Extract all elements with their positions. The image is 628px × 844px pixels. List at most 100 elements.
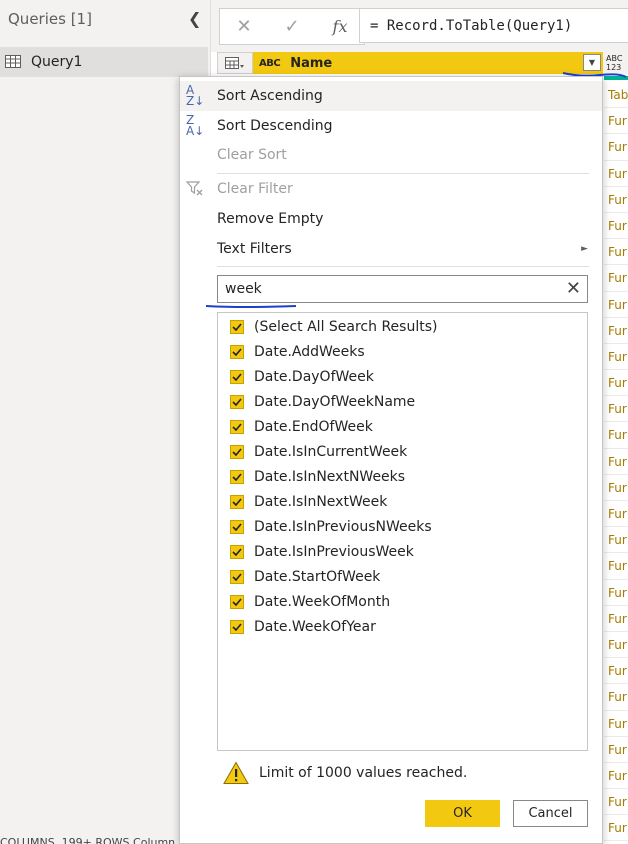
filter-value-item[interactable]: Date.WeekOfYear xyxy=(230,614,376,639)
cancel-formula-icon[interactable]: ✕ xyxy=(220,16,268,37)
checkbox-checked-icon[interactable] xyxy=(230,519,244,534)
checkbox-checked-icon[interactable] xyxy=(230,369,244,384)
grid-cell[interactable]: Fur xyxy=(604,370,628,397)
filter-value-label: Date.WeekOfYear xyxy=(254,618,376,635)
checkbox-checked-icon[interactable] xyxy=(230,544,244,559)
grid-cell[interactable]: Fur xyxy=(604,632,628,659)
commit-formula-icon[interactable]: ✓ xyxy=(268,16,316,37)
filter-value-label: Date.DayOfWeek xyxy=(254,368,374,385)
sort-descending-item[interactable]: Z A↓ Sort Descending xyxy=(180,111,602,141)
filter-value-label: Date.StartOfWeek xyxy=(254,568,381,585)
filter-value-label: Date.IsInCurrentWeek xyxy=(254,443,408,460)
remove-empty-label: Remove Empty xyxy=(217,211,324,227)
grid-cell[interactable]: Fur xyxy=(604,239,628,266)
filter-value-item[interactable]: Date.IsInPreviousWeek xyxy=(230,539,414,564)
checkbox-checked-icon[interactable] xyxy=(230,344,244,359)
grid-cell[interactable]: Tab xyxy=(604,82,628,109)
grid-cell[interactable]: Fur xyxy=(604,134,628,161)
checkbox-checked-icon[interactable] xyxy=(230,569,244,584)
filter-value-item[interactable]: Date.DayOfWeek xyxy=(230,364,374,389)
filter-search-input[interactable]: week ✕ xyxy=(217,275,588,303)
grid-cell[interactable]: Fur xyxy=(604,553,628,580)
formula-input[interactable]: = Record.ToTable(Query1) xyxy=(359,8,628,43)
cancel-button[interactable]: Cancel xyxy=(513,800,588,827)
grid-cell[interactable]: Fur xyxy=(604,737,628,763)
name-column-header[interactable]: ABC Name ▼ xyxy=(253,52,603,74)
text-type-icon[interactable]: ABC xyxy=(259,58,281,69)
grid-cell[interactable]: Fur xyxy=(604,580,628,606)
sort-descending-icon: Z A↓ xyxy=(186,113,205,138)
table-menu-button[interactable] xyxy=(217,52,253,74)
sort-ascending-label: Sort Ascending xyxy=(217,88,323,104)
column-filter-dropdown: A Z↓ Sort Ascending Z A↓ Sort Descending C… xyxy=(179,76,603,844)
formula-buttons: ✕ ✓ fx xyxy=(219,8,365,45)
filter-value-label: (Select All Search Results) xyxy=(254,318,438,335)
fx-icon[interactable]: fx xyxy=(316,17,364,36)
checkbox-checked-icon[interactable] xyxy=(230,394,244,409)
filter-value-label: Date.IsInNextWeek xyxy=(254,493,388,510)
limit-warning-text: Limit of 1000 values reached. xyxy=(259,765,468,781)
grid-cell[interactable]: Fur xyxy=(604,213,628,240)
grid-cell[interactable]: Fur xyxy=(604,422,628,449)
filter-value-item[interactable]: Date.EndOfWeek xyxy=(230,414,373,439)
clear-filter-item: Clear Filter xyxy=(180,174,602,204)
grid-cell[interactable]: Fur xyxy=(604,396,628,423)
clear-sort-label: Clear Sort xyxy=(217,147,287,163)
filter-value-label: Date.AddWeeks xyxy=(254,343,365,360)
annotation-underline-search xyxy=(205,305,297,308)
grid-cell[interactable]: Fur xyxy=(604,449,628,475)
filter-value-item[interactable]: (Select All Search Results) xyxy=(230,314,437,339)
grid-cell[interactable]: Fur xyxy=(604,606,628,632)
grid-cell[interactable]: Fur xyxy=(604,318,628,344)
checkbox-checked-icon[interactable] xyxy=(230,444,244,459)
collapse-pane-chevron-icon[interactable]: ❮ xyxy=(188,9,201,28)
filter-value-item[interactable]: Date.IsInNextNWeeks xyxy=(230,464,405,489)
filter-value-label: Date.EndOfWeek xyxy=(254,418,373,435)
sort-ascending-icon: A Z↓ xyxy=(186,83,205,108)
grid-cell[interactable]: Fur xyxy=(604,265,628,292)
grid-cell[interactable]: Fur xyxy=(604,684,628,711)
table-menu-icon xyxy=(225,56,244,69)
grid-cell[interactable]: Fur xyxy=(604,187,628,213)
filter-value-item[interactable]: Date.IsInPreviousNWeeks xyxy=(230,514,432,539)
grid-cell[interactable]: Fur xyxy=(604,292,628,318)
filter-value-item[interactable]: Date.DayOfWeekName xyxy=(230,389,415,414)
grid-cell[interactable]: Fur xyxy=(604,344,628,371)
checkbox-checked-icon[interactable] xyxy=(230,319,244,334)
grid-cell[interactable]: Fur xyxy=(604,527,628,554)
remove-empty-item[interactable]: Remove Empty xyxy=(180,204,602,234)
filter-value-item[interactable]: Date.IsInCurrentWeek xyxy=(230,439,407,464)
text-filters-label: Text Filters xyxy=(217,241,292,257)
queries-header: Queries [1] xyxy=(8,10,92,28)
checkbox-checked-icon[interactable] xyxy=(230,469,244,484)
grid-cell[interactable]: Fur xyxy=(604,108,628,135)
grid-cell[interactable]: Fur xyxy=(604,658,628,685)
checkbox-checked-icon[interactable] xyxy=(230,419,244,434)
clear-filter-icon xyxy=(185,180,206,198)
filter-value-item[interactable]: Date.AddWeeks xyxy=(230,339,365,364)
checkbox-checked-icon[interactable] xyxy=(230,594,244,609)
checkbox-checked-icon[interactable] xyxy=(230,619,244,634)
filter-value-label: Date.IsInPreviousWeek xyxy=(254,543,414,560)
filter-value-label: Date.WeekOfMonth xyxy=(254,593,391,610)
clear-search-icon[interactable]: ✕ xyxy=(566,278,581,299)
filter-value-item[interactable]: Date.WeekOfMonth xyxy=(230,589,390,614)
grid-cell[interactable]: Fur xyxy=(604,501,628,528)
grid-cell[interactable]: Fur xyxy=(604,475,628,501)
value-column-cells: Tab Fur Fur Fur Fur Fur Fur Fur Fur Fur Fur Fur Fur F… xyxy=(604,82,628,842)
grid-cell[interactable]: Fur xyxy=(604,161,628,187)
any-type-icon-top: ABC xyxy=(606,54,623,63)
query-item-label: Query1 xyxy=(31,54,83,70)
ok-button[interactable]: OK xyxy=(425,800,500,827)
grid-cell[interactable]: Fur xyxy=(604,789,628,816)
grid-cell[interactable]: Fur xyxy=(604,711,628,737)
filter-values-list[interactable]: (Select All Search Results) Date.AddWeeks… xyxy=(217,312,588,751)
filter-value-item[interactable]: Date.StartOfWeek xyxy=(230,564,380,589)
filter-value-item[interactable]: Date.IsInNextWeek xyxy=(230,489,387,514)
grid-cell[interactable]: Fur xyxy=(604,763,628,790)
sort-ascending-item[interactable]: A Z↓ Sort Ascending xyxy=(180,81,602,111)
query-item-query1[interactable]: Query1 xyxy=(0,47,208,77)
formula-bar: ✕ ✓ fx = Record.ToTable(Query1) xyxy=(211,0,628,52)
checkbox-checked-icon[interactable] xyxy=(230,494,244,509)
text-filters-item[interactable]: Text Filters ► xyxy=(180,234,602,264)
